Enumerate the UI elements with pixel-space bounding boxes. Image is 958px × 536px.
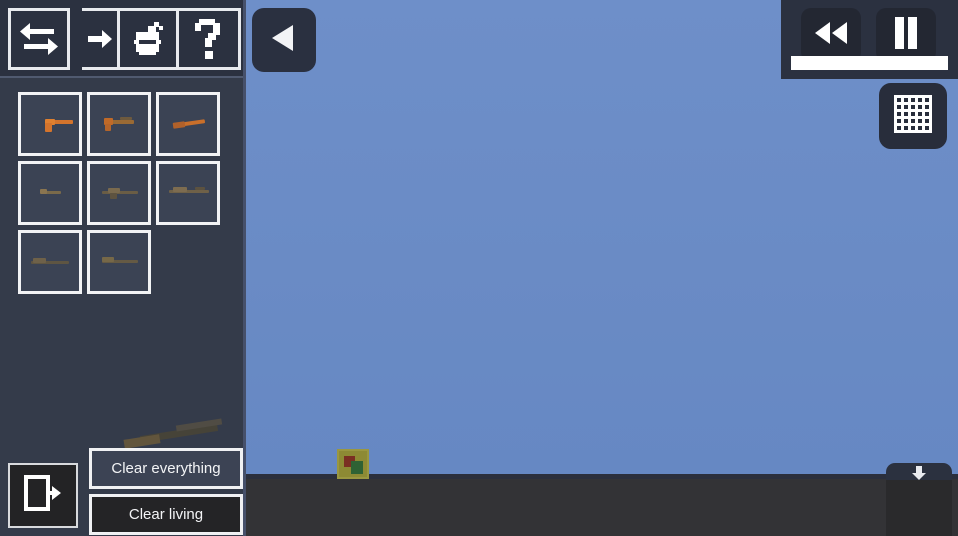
weapon-slot[interactable] <box>18 92 82 156</box>
swap-tool-button[interactable] <box>8 8 70 70</box>
grid-mesh-icon <box>892 93 934 140</box>
playback-panel <box>781 0 958 79</box>
weapon-shotgun-sprite <box>96 254 142 270</box>
spray-can-icon <box>128 19 168 59</box>
weapon-slot[interactable] <box>18 230 82 294</box>
weapon-pistol-sprite <box>27 116 73 132</box>
clear-living-button[interactable]: Clear living <box>89 494 243 535</box>
weapon-slot[interactable] <box>87 230 151 294</box>
weapon-battle-rifle-sprite <box>165 185 211 201</box>
weapon-assault-rifle-sprite <box>96 185 142 201</box>
held-weapon-stock <box>123 434 161 449</box>
weapon-slot[interactable] <box>156 92 220 156</box>
collapse-panel[interactable] <box>886 463 952 536</box>
left-sidebar: Clear everything Clear living <box>0 0 243 536</box>
clear-everything-button[interactable]: Clear everything <box>89 448 243 489</box>
rewind-icon <box>812 20 850 51</box>
weapon-inventory-grid[interactable] <box>18 92 228 294</box>
back-button[interactable] <box>252 8 316 72</box>
exit-button[interactable] <box>8 463 78 528</box>
clear-everything-label: Clear everything <box>111 460 221 477</box>
weapon-slot[interactable] <box>18 161 82 225</box>
crate-detail-green <box>351 461 363 474</box>
rewind-button[interactable] <box>801 8 861 62</box>
weapon-slot[interactable] <box>156 161 220 225</box>
pause-button[interactable] <box>876 8 936 62</box>
forward-arrow-button[interactable] <box>82 8 117 70</box>
exit-door-icon <box>23 474 63 517</box>
sidebar-toolbar <box>0 0 243 78</box>
spray-tool-button[interactable] <box>117 8 179 70</box>
arrow-right-icon <box>87 29 113 49</box>
clear-living-label: Clear living <box>128 506 204 523</box>
grid-toggle-button[interactable] <box>879 83 947 149</box>
weapon-smg-sprite <box>27 185 73 201</box>
sidebar-edge <box>243 0 246 536</box>
panel-shade <box>886 480 952 536</box>
weapon-sawed-off-sprite <box>165 116 211 132</box>
help-button[interactable] <box>179 8 241 70</box>
question-mark-icon <box>193 17 225 61</box>
pause-icon <box>893 16 919 55</box>
weapon-slot[interactable] <box>87 92 151 156</box>
weapon-machine-pistol-sprite <box>96 116 142 132</box>
crate-object[interactable] <box>337 449 369 479</box>
weapon-slot[interactable] <box>87 161 151 225</box>
play-left-icon <box>267 21 301 60</box>
held-weapon-preview[interactable] <box>118 418 228 452</box>
weapon-sniper-rifle-sprite <box>27 254 73 270</box>
swap-arrows-icon <box>18 21 60 57</box>
timeline-slider[interactable] <box>791 56 948 70</box>
